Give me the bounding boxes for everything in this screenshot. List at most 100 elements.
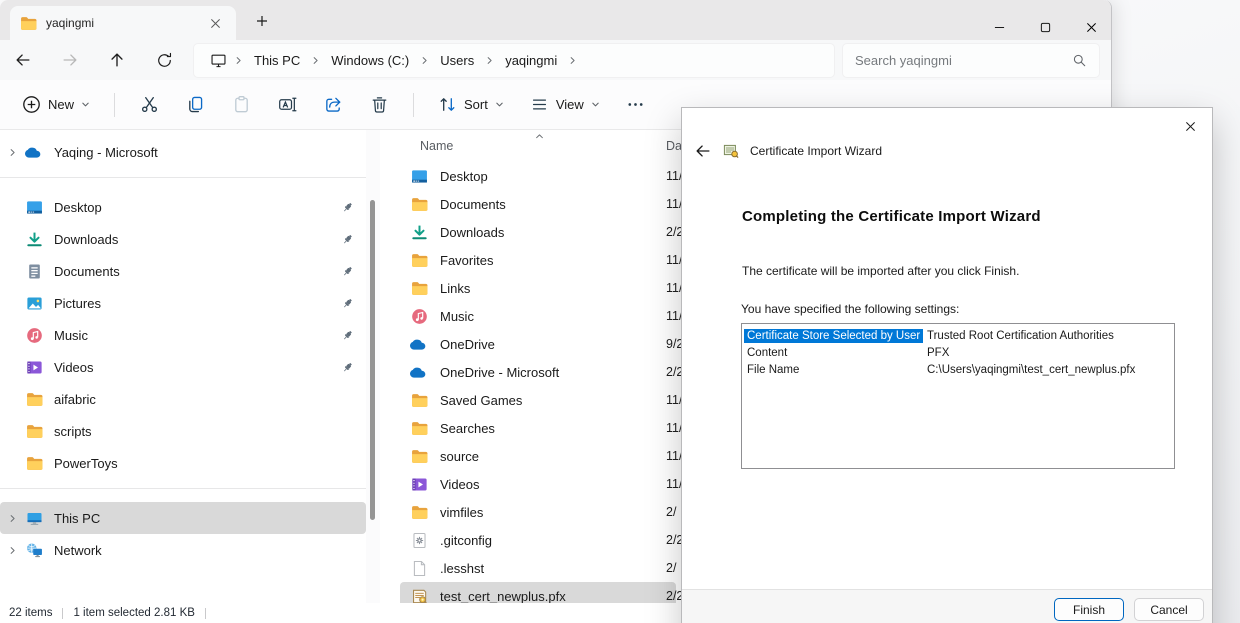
- folder-icon: [410, 392, 428, 409]
- settings-row-file-name[interactable]: File Name C:\Users\yaqingmi\test_cert_ne…: [742, 361, 1174, 378]
- copy-icon: [186, 95, 205, 114]
- cancel-button[interactable]: Cancel: [1134, 598, 1204, 621]
- file-name: OneDrive: [440, 337, 495, 352]
- sidebar-item-network[interactable]: Network: [0, 534, 366, 566]
- file-row-searches[interactable]: Searches 11/: [400, 414, 676, 442]
- file-row-onedrive[interactable]: OneDrive 9/2: [400, 330, 676, 358]
- sidebar-item-yaqing-microsoft[interactable]: Yaqing - Microsoft: [0, 136, 366, 168]
- file-row-test-cert-newplus-pfx[interactable]: test_cert_newplus.pfx 2/2: [400, 582, 676, 603]
- settings-listview[interactable]: Certificate Store Selected by User Trust…: [741, 323, 1175, 469]
- chevron-right-icon[interactable]: [8, 148, 17, 157]
- up-button[interactable]: [100, 43, 134, 77]
- file-date-modified: 11/: [666, 421, 682, 435]
- sidebar-item-downloads[interactable]: Downloads: [0, 223, 366, 255]
- copy-button[interactable]: [175, 87, 215, 123]
- file-date-modified: 11/: [666, 197, 682, 211]
- breadcrumb[interactable]: This PC Windows (C:) Users yaqingmi: [194, 44, 834, 77]
- maximize-button[interactable]: [1040, 22, 1051, 33]
- file-row-videos[interactable]: Videos 11/: [400, 470, 676, 498]
- share-icon: [324, 95, 343, 114]
- sidebar-item-this-pc[interactable]: This PC: [0, 502, 366, 534]
- scrollbar-thumb[interactable]: [370, 200, 375, 520]
- ellipsis-icon: [626, 95, 645, 114]
- sidebar-item-pictures[interactable]: Pictures: [0, 287, 366, 319]
- refresh-button[interactable]: [147, 43, 181, 77]
- settings-row-content[interactable]: Content PFX: [742, 344, 1174, 361]
- desktop: { "colors": { "accent": "#0078d7", "sele…: [0, 0, 1240, 623]
- navigation-bar: This PC Windows (C:) Users yaqingmi Sear…: [0, 40, 1111, 80]
- file-row-downloads[interactable]: Downloads 2/2: [400, 218, 676, 246]
- file-row-documents[interactable]: Documents 11/: [400, 190, 676, 218]
- sidebar-item-scripts[interactable]: scripts: [0, 415, 366, 447]
- file-row-desktop[interactable]: Desktop 11/: [400, 162, 676, 190]
- file-row-lesshst[interactable]: .lesshst 2/: [400, 554, 676, 582]
- sidebar-item-aifabric[interactable]: aifabric: [0, 383, 366, 415]
- explorer-tab[interactable]: yaqingmi: [10, 6, 236, 40]
- wizard-footer: Finish Cancel: [682, 589, 1212, 623]
- status-divider: [205, 608, 206, 619]
- breadcrumb-item[interactable]: yaqingmi: [497, 49, 580, 72]
- settings-row-certificate-store-selected-by-user[interactable]: Certificate Store Selected by User Trust…: [742, 327, 1174, 344]
- file-name: .gitconfig: [440, 533, 492, 548]
- sidebar-item-powertoys[interactable]: PowerToys: [0, 447, 366, 479]
- back-button[interactable]: [6, 43, 40, 77]
- view-button[interactable]: View: [520, 87, 610, 123]
- minimize-icon: [994, 22, 1005, 33]
- more-button[interactable]: [616, 87, 656, 123]
- scissors-icon: [140, 95, 159, 114]
- rename-button[interactable]: [267, 87, 307, 123]
- plus-circle-icon: [22, 95, 41, 114]
- cut-button[interactable]: [129, 87, 169, 123]
- share-button[interactable]: [313, 87, 353, 123]
- file-name: Downloads: [440, 225, 504, 240]
- monitor-icon[interactable]: [210, 52, 227, 69]
- breadcrumb-item[interactable]: This PC: [246, 49, 323, 72]
- sidebar-item-documents[interactable]: Documents: [0, 255, 366, 287]
- sidebar-item-music[interactable]: Music: [0, 319, 366, 351]
- sidebar-item-videos[interactable]: Videos: [0, 351, 366, 383]
- new-tab-button[interactable]: [250, 9, 274, 33]
- file-row-saved-games[interactable]: Saved Games 11/: [400, 386, 676, 414]
- folder-icon: [410, 448, 428, 465]
- this-pc-icon: [24, 510, 44, 527]
- chevron-right-icon[interactable]: [8, 514, 17, 523]
- tab-bar: yaqingmi: [0, 0, 1111, 40]
- arrow-right-icon: [61, 51, 79, 69]
- search-icon[interactable]: [1072, 53, 1087, 68]
- file-icon: [410, 560, 428, 577]
- tab-close-icon[interactable]: [204, 12, 226, 34]
- dialog-close-icon[interactable]: [1175, 113, 1205, 139]
- column-header-name[interactable]: Name: [420, 139, 453, 153]
- finish-button[interactable]: Finish: [1054, 598, 1124, 621]
- new-button[interactable]: New: [12, 87, 100, 123]
- file-row-favorites[interactable]: Favorites 11/: [400, 246, 676, 274]
- file-row-onedrive-microsoft[interactable]: OneDrive - Microsoft 2/2: [400, 358, 676, 386]
- forward-button[interactable]: [53, 43, 87, 77]
- pin-icon: [341, 233, 354, 246]
- folder-icon: [410, 420, 428, 437]
- file-name: Documents: [440, 197, 506, 212]
- chevron-right-icon: [234, 56, 243, 65]
- file-name: Videos: [440, 477, 480, 492]
- sidebar-scrollbar[interactable]: [366, 130, 380, 603]
- sort-button[interactable]: Sort: [428, 87, 514, 123]
- search-input[interactable]: Search yaqingmi: [843, 44, 1099, 77]
- file-row-gitconfig[interactable]: .gitconfig 2/2: [400, 526, 676, 554]
- paste-button[interactable]: [221, 87, 261, 123]
- file-row-links[interactable]: Links 11/: [400, 274, 676, 302]
- sort-ascending-icon[interactable]: [535, 132, 544, 141]
- breadcrumb-item[interactable]: Users: [432, 49, 497, 72]
- file-name: Searches: [440, 421, 495, 436]
- breadcrumb-item[interactable]: Windows (C:): [323, 49, 432, 72]
- close-button[interactable]: [1086, 22, 1097, 33]
- back-arrow-icon[interactable]: [694, 142, 712, 160]
- file-row-music[interactable]: Music 11/: [400, 302, 676, 330]
- delete-button[interactable]: [359, 87, 399, 123]
- file-row-vimfiles[interactable]: vimfiles 2/: [400, 498, 676, 526]
- file-name: vimfiles: [440, 505, 483, 520]
- minimize-button[interactable]: [994, 22, 1005, 33]
- chevron-right-icon[interactable]: [8, 546, 17, 555]
- separator: [0, 177, 366, 178]
- file-row-source[interactable]: source 11/: [400, 442, 676, 470]
- sidebar-item-desktop[interactable]: Desktop: [0, 191, 366, 223]
